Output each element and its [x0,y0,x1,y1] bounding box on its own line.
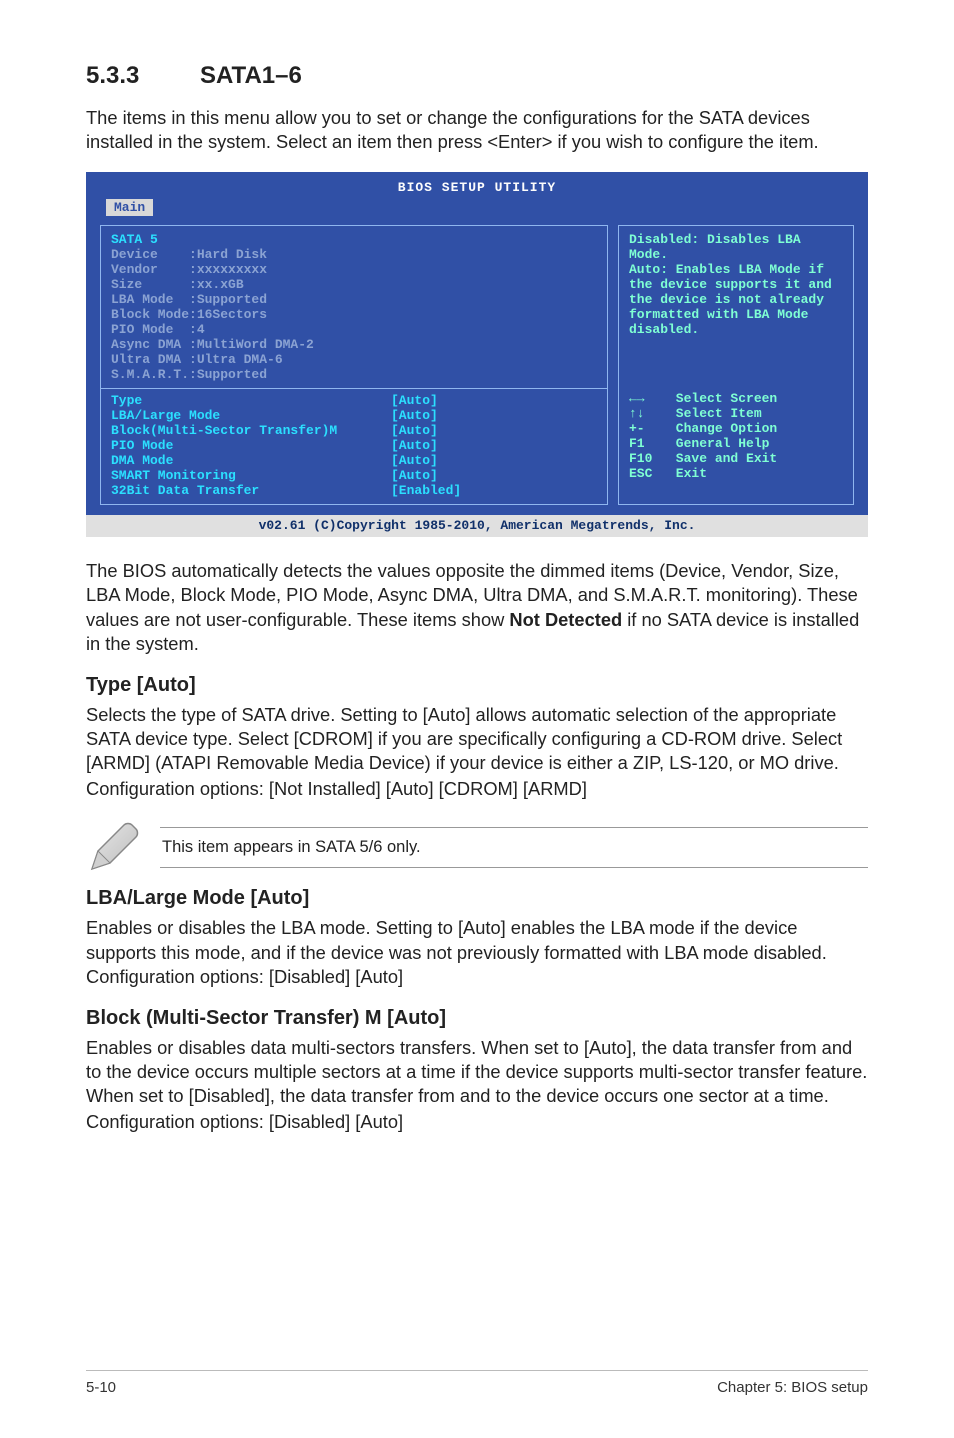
bios-option-row[interactable]: SMART Monitoring[Auto] [111,468,597,483]
intro-paragraph: The items in this menu allow you to set … [86,106,868,154]
bios-info-row: Block Mode:16Sectors [111,307,597,322]
bios-option-value: [Auto] [391,453,438,468]
bios-option-value: [Auto] [391,438,438,453]
bios-option-row[interactable]: LBA/Large Mode[Auto] [111,408,597,423]
block-config: Configuration options: [Disabled] [Auto] [86,1110,868,1134]
bios-option-label: Type [111,393,391,408]
chapter-label: Chapter 5: BIOS setup [717,1379,868,1396]
type-config: Configuration options: [Not Installed] [… [86,777,868,801]
section-title: SATA1–6 [200,62,302,89]
bios-info-row: S.M.A.R.T.:Supported [111,367,597,382]
bios-nav-row: ←→ Select Screen [629,391,843,406]
bios-left-pane: SATA 5 Device :Hard Disk Vendor :xxxxxxx… [100,225,608,505]
bios-option-label: PIO Mode [111,438,391,453]
bios-nav-row: F1 General Help [629,436,843,451]
block-heading: Block (Multi-Sector Transfer) M [Auto] [86,1007,868,1030]
bios-nav-row: ↑↓ Select Item [629,406,843,421]
bios-help-text: Disabled: Disables LBA Mode. Auto: Enabl… [629,232,843,337]
bios-option-value: [Auto] [391,468,438,483]
bios-info-row: LBA Mode :Supported [111,292,597,307]
bios-nav-row: +- Change Option [629,421,843,436]
page-number: 5-10 [86,1379,116,1396]
bios-footer: v02.61 (C)Copyright 1985-2010, American … [86,515,868,537]
bios-option-value: [Auto] [391,423,438,438]
bios-panel: BIOS SETUP UTILITY Main SATA 5 Device :H… [86,172,868,537]
type-heading: Type [Auto] [86,674,868,697]
section-number: 5.3.3 [86,62,200,90]
page-footer: 5-10 Chapter 5: BIOS setup [86,1370,868,1396]
bios-option-row[interactable]: Type[Auto] [111,393,597,408]
post-bios-bold: Not Detected [509,609,622,630]
type-body: Selects the type of SATA drive. Setting … [86,703,868,775]
bios-info-row: Ultra DMA :Ultra DMA-6 [111,352,597,367]
note-box: This item appears in SATA 5/6 only. [86,819,868,875]
bios-right-pane: Disabled: Disables LBA Mode. Auto: Enabl… [618,225,854,505]
bios-option-label: DMA Mode [111,453,391,468]
bios-option-value: [Enabled] [391,483,461,498]
bios-tab-row: Main [86,199,868,219]
bios-option-label: LBA/Large Mode [111,408,391,423]
bios-option-label: SMART Monitoring [111,468,391,483]
bios-info-row: Size :xx.xGB [111,277,597,292]
bios-option-row[interactable]: 32Bit Data Transfer[Enabled] [111,483,597,498]
bios-nav-row: F10 Save and Exit [629,451,843,466]
block-body: Enables or disables data multi-sectors t… [86,1036,868,1108]
lba-body: Enables or disables the LBA mode. Settin… [86,916,868,988]
bios-option-label: Block(Multi-Sector Transfer)M [111,423,391,438]
post-bios-paragraph: The BIOS automatically detects the value… [86,559,868,656]
bios-nav-row: ESC Exit [629,466,843,481]
lba-heading: LBA/Large Mode [Auto] [86,887,868,910]
bios-tab-main[interactable]: Main [106,199,153,216]
section-heading: 5.3.3SATA1–6 [86,62,868,90]
bios-info-row: Vendor :xxxxxxxxx [111,262,597,277]
note-text: This item appears in SATA 5/6 only. [160,827,868,868]
bios-option-label: 32Bit Data Transfer [111,483,391,498]
bios-titlebar: BIOS SETUP UTILITY [86,172,868,199]
bios-left-header: SATA 5 [111,232,597,247]
bios-divider [101,388,607,389]
bios-option-row[interactable]: PIO Mode[Auto] [111,438,597,453]
bios-option-value: [Auto] [391,393,438,408]
bios-option-row[interactable]: Block(Multi-Sector Transfer)M[Auto] [111,423,597,438]
bios-option-value: [Auto] [391,408,438,423]
pencil-icon [86,819,142,875]
bios-title: BIOS SETUP UTILITY [398,180,556,195]
bios-info-row: Async DMA :MultiWord DMA-2 [111,337,597,352]
bios-info-row: PIO Mode :4 [111,322,597,337]
bios-option-row[interactable]: DMA Mode[Auto] [111,453,597,468]
bios-info-row: Device :Hard Disk [111,247,597,262]
